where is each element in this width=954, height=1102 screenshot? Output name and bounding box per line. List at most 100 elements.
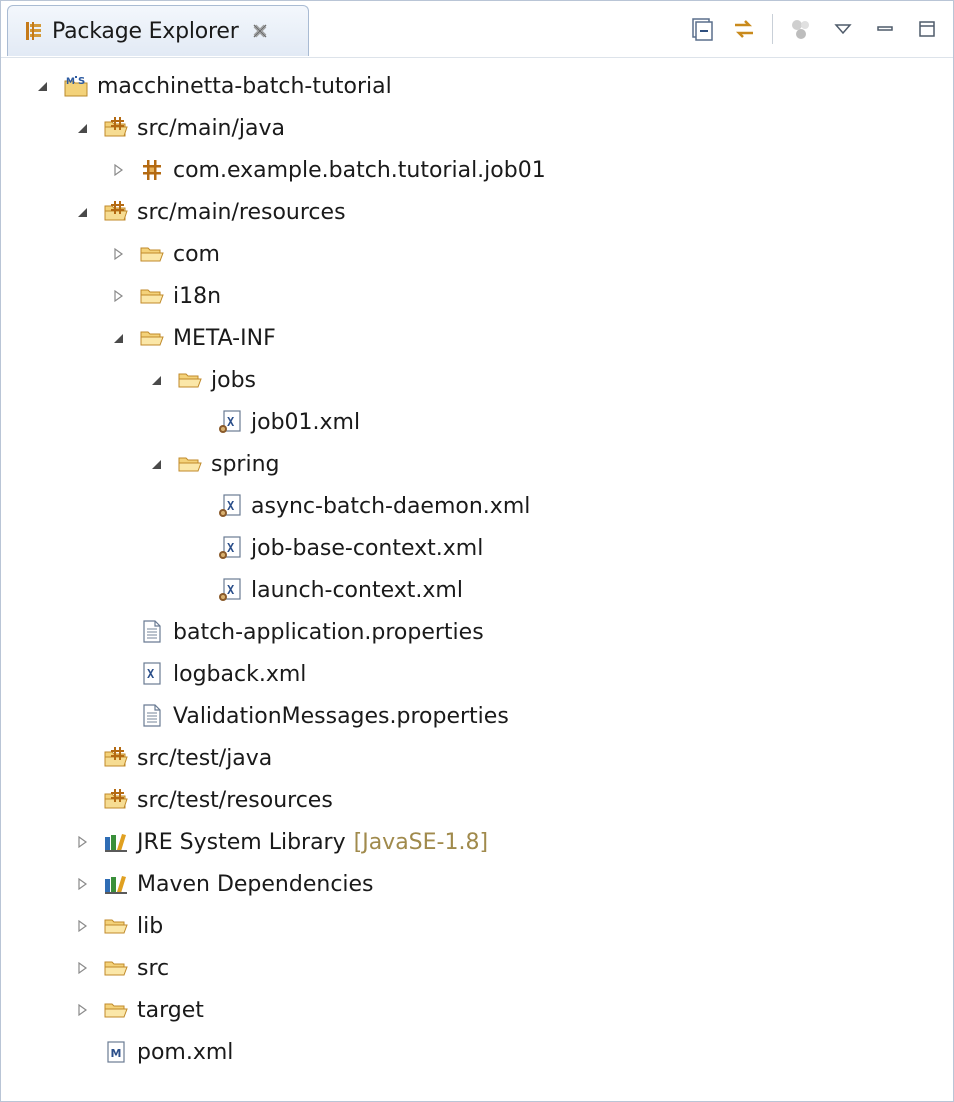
tree-item-label: macchinetta-batch-tutorial <box>97 73 392 99</box>
spring-xml-icon: X <box>217 535 243 561</box>
expanded-triangle-icon[interactable] <box>73 119 91 137</box>
tree-item-label: batch-application.properties <box>173 619 484 645</box>
view-title: Package Explorer <box>52 18 239 44</box>
tree-item-label: com <box>173 241 220 267</box>
collapsed-triangle-icon[interactable] <box>73 1001 91 1019</box>
folder-icon <box>103 913 129 939</box>
toolbar-separator <box>772 14 773 44</box>
tree-item-label: jobs <box>211 367 256 393</box>
tree-item[interactable]: com.example.batch.tutorial.job01 <box>109 149 546 191</box>
spring-xml-icon: X <box>217 409 243 435</box>
tree-item[interactable]: Xlaunch-context.xml <box>187 569 463 611</box>
folder-icon <box>139 241 165 267</box>
source-folder-icon <box>103 199 129 225</box>
tree-item[interactable]: ValidationMessages.properties <box>109 695 509 737</box>
tree-item-label: src/main/java <box>137 115 286 141</box>
tree-item[interactable]: Xasync-batch-daemon.xml <box>187 485 530 527</box>
tree-item-label: com.example.batch.tutorial.job01 <box>173 157 546 183</box>
expanded-triangle-icon[interactable] <box>73 203 91 221</box>
folder-icon <box>177 451 203 477</box>
link-with-editor-icon[interactable] <box>730 15 758 43</box>
tree-item[interactable]: Maven Dependencies <box>73 863 374 905</box>
tree-item[interactable]: M Smacchinetta-batch-tutorial <box>33 65 392 107</box>
folder-icon <box>139 325 165 351</box>
tree-item[interactable]: Xjob-base-context.xml <box>187 527 483 569</box>
tree-item[interactable]: src/test/resources <box>73 779 333 821</box>
source-folder-icon <box>103 745 129 771</box>
collapsed-triangle-icon[interactable] <box>109 161 127 179</box>
properties-file-icon <box>139 703 165 729</box>
tree-item[interactable]: Xlogback.xml <box>109 653 306 695</box>
view-toolbar <box>674 13 941 45</box>
tab-package-explorer[interactable]: Package Explorer <box>7 5 309 56</box>
tree-item[interactable]: target <box>73 989 204 1031</box>
tree-item-label: i18n <box>173 283 222 309</box>
expanded-triangle-icon[interactable] <box>33 77 51 95</box>
tree-item[interactable]: src/test/java <box>73 737 272 779</box>
collapsed-triangle-icon[interactable] <box>109 245 127 263</box>
expanded-triangle-icon[interactable] <box>109 329 127 347</box>
package-explorer-view: Package Explorer M S macchinetta-batch-t… <box>0 0 954 1102</box>
spring-xml-icon: X <box>217 577 243 603</box>
svg-text:X: X <box>227 583 235 597</box>
package-explorer-icon <box>24 20 44 42</box>
tree-item[interactable]: Mpom.xml <box>73 1031 233 1073</box>
folder-icon <box>103 955 129 981</box>
collapsed-triangle-icon[interactable] <box>73 875 91 893</box>
collapsed-triangle-icon[interactable] <box>73 959 91 977</box>
tree-item[interactable]: batch-application.properties <box>109 611 484 653</box>
tree-item-label: pom.xml <box>137 1039 234 1065</box>
tree-item-label: src/test/resources <box>137 787 333 813</box>
tree-item-label: src/main/resources <box>137 199 346 225</box>
tree-item[interactable]: Xjob01.xml <box>187 401 360 443</box>
maven-pom-icon: M <box>103 1039 129 1065</box>
tree-item[interactable]: JRE System Library [JavaSE-1.8] <box>73 821 488 863</box>
close-icon[interactable] <box>251 22 269 40</box>
svg-text:X: X <box>227 415 235 429</box>
tree-item-label: ValidationMessages.properties <box>173 703 509 729</box>
svg-text:M: M <box>66 77 75 87</box>
source-folder-icon <box>103 115 129 141</box>
tree-item-decoration: [JavaSE-1.8] <box>353 829 489 855</box>
tree-item[interactable]: spring <box>147 443 280 485</box>
tree-item[interactable]: src <box>73 947 169 989</box>
tree-item-label: src/test/java <box>137 745 273 771</box>
tree-item[interactable]: META-INF <box>109 317 276 359</box>
expanded-triangle-icon[interactable] <box>147 371 165 389</box>
tree-item[interactable]: i18n <box>109 275 221 317</box>
view-menu-icon[interactable] <box>829 15 857 43</box>
source-folder-icon <box>103 787 129 813</box>
collapsed-triangle-icon[interactable] <box>73 917 91 935</box>
focus-icon[interactable] <box>787 15 815 43</box>
tree-item-label: launch-context.xml <box>251 577 463 603</box>
tree-item[interactable]: jobs <box>147 359 256 401</box>
properties-file-icon <box>139 619 165 645</box>
tree-item-label: logback.xml <box>173 661 307 687</box>
collapse-all-icon[interactable] <box>688 15 716 43</box>
maximize-icon[interactable] <box>913 15 941 43</box>
folder-icon <box>139 283 165 309</box>
collapsed-triangle-icon[interactable] <box>73 833 91 851</box>
xml-file-icon: X <box>139 661 165 687</box>
tree-item-label: job01.xml <box>251 409 361 435</box>
expanded-triangle-icon[interactable] <box>147 455 165 473</box>
tree-item[interactable]: com <box>109 233 220 275</box>
folder-icon <box>103 997 129 1023</box>
svg-text:S: S <box>78 76 85 87</box>
tree-item-label: job-base-context.xml <box>251 535 484 561</box>
tree-item[interactable]: src/main/resources <box>73 191 346 233</box>
tree-item[interactable]: src/main/java <box>73 107 285 149</box>
minimize-icon[interactable] <box>871 15 899 43</box>
collapsed-triangle-icon[interactable] <box>109 287 127 305</box>
tree-item-label: JRE System Library <box>137 829 346 855</box>
library-icon <box>103 829 129 855</box>
tree-item[interactable]: lib <box>73 905 163 947</box>
svg-text:M: M <box>111 1047 122 1060</box>
